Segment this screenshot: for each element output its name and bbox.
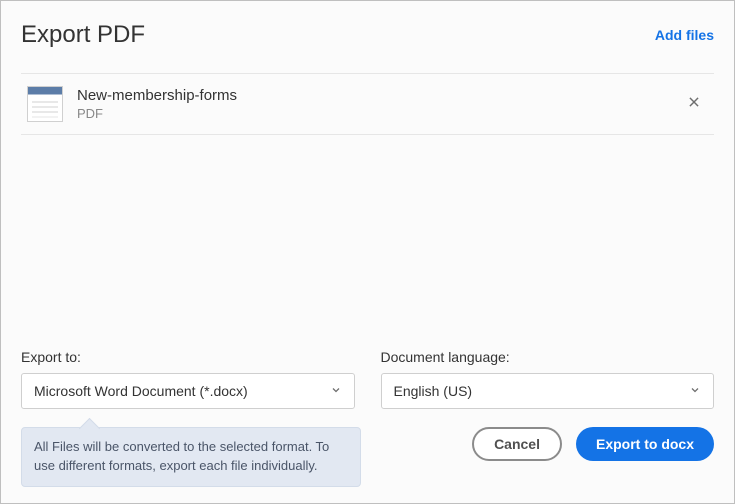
file-list: New-membership-forms PDF (21, 73, 714, 135)
export-button[interactable]: Export to docx (576, 427, 714, 461)
action-buttons: Cancel Export to docx (472, 427, 714, 461)
footer-row: All Files will be converted to the selec… (21, 417, 714, 487)
file-info: New-membership-forms PDF (77, 87, 680, 121)
close-icon (687, 95, 701, 114)
dialog-header: Export PDF Add files (21, 21, 714, 49)
format-hint-tooltip: All Files will be converted to the selec… (21, 427, 361, 487)
cancel-button[interactable]: Cancel (472, 427, 562, 461)
file-thumbnail-icon (27, 86, 63, 122)
export-to-label: Export to: (21, 349, 355, 365)
export-to-value: Microsoft Word Document (*.docx) (34, 383, 248, 399)
options-row: Export to: Microsoft Word Document (*.do… (21, 349, 714, 409)
document-language-label: Document language: (381, 349, 715, 365)
export-pdf-dialog: Export PDF Add files New-membership-form… (0, 0, 735, 504)
chevron-down-icon (330, 383, 342, 399)
export-to-group: Export to: Microsoft Word Document (*.do… (21, 349, 355, 409)
document-language-group: Document language: English (US) (381, 349, 715, 409)
chevron-down-icon (689, 383, 701, 399)
document-language-select[interactable]: English (US) (381, 373, 715, 409)
export-to-select[interactable]: Microsoft Word Document (*.docx) (21, 373, 355, 409)
file-name: New-membership-forms (77, 87, 680, 104)
add-files-link[interactable]: Add files (655, 27, 714, 43)
dialog-title: Export PDF (21, 21, 145, 49)
file-type-label: PDF (77, 106, 680, 121)
file-row: New-membership-forms PDF (21, 74, 714, 135)
document-language-value: English (US) (394, 383, 473, 399)
remove-file-button[interactable] (680, 90, 708, 118)
